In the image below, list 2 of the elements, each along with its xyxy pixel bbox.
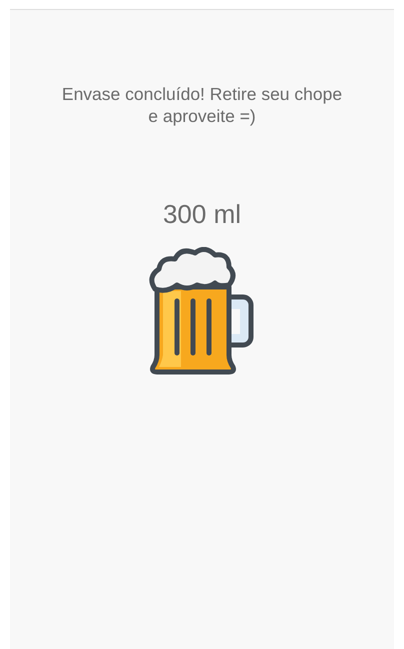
status-message: Envase concluído! Retire seu chope e aproveite =) bbox=[60, 83, 344, 127]
volume-label: 300 ml bbox=[162, 199, 242, 229]
